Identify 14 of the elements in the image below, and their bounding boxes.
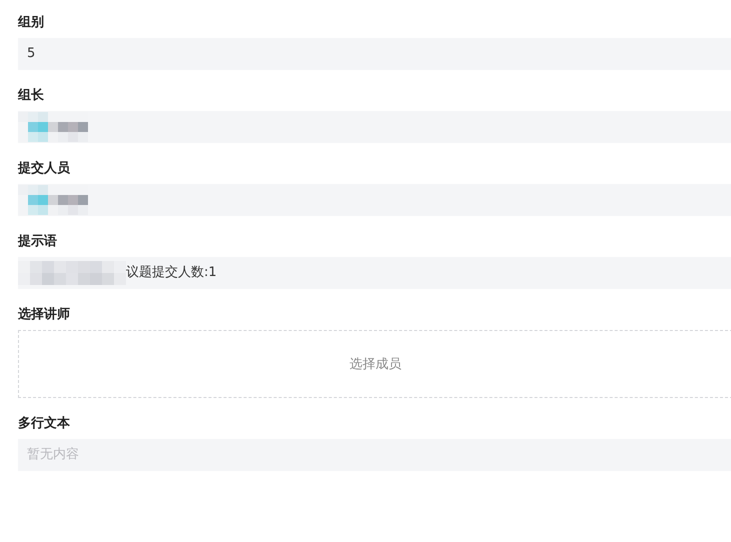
redaction-drawing bbox=[18, 185, 88, 215]
field-label: 选择讲师 bbox=[18, 306, 70, 324]
text-field[interactable]: 5 bbox=[18, 38, 731, 70]
text-field[interactable]: 议题提交人数:1 bbox=[18, 257, 731, 289]
field-label: 多行文本 bbox=[18, 415, 70, 433]
field-value: 议题提交人数:1 bbox=[126, 264, 217, 282]
field-label: 提示语 bbox=[18, 233, 57, 251]
field-label: 提交人员 bbox=[18, 160, 70, 178]
redaction-drawing bbox=[18, 112, 88, 142]
field-label: 组别 bbox=[18, 14, 44, 32]
member-picker[interactable]: 选择成员 bbox=[18, 330, 731, 398]
text-field[interactable] bbox=[18, 184, 731, 216]
text-field[interactable] bbox=[18, 111, 731, 143]
field-label: 组长 bbox=[18, 87, 44, 105]
